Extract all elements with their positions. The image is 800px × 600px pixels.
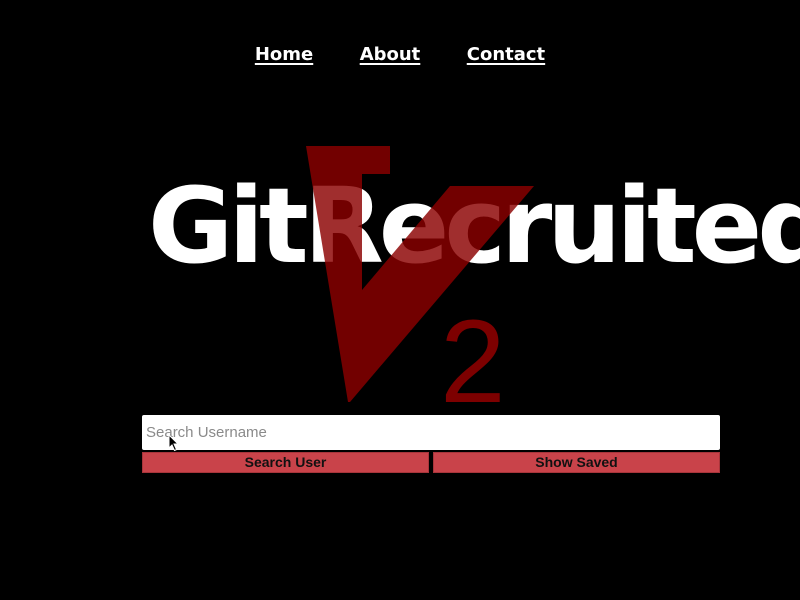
mouse-pointer-icon	[168, 434, 180, 452]
brand-logo: GitRecruited 2	[140, 140, 800, 410]
main-nav: Home About Contact	[0, 44, 800, 65]
nav-link-home[interactable]: Home	[255, 44, 313, 65]
version-v2-overlay: 2	[306, 146, 534, 410]
show-saved-button[interactable]: Show Saved	[433, 452, 720, 473]
version-number: 2	[440, 296, 506, 410]
nav-link-about[interactable]: About	[360, 44, 421, 65]
search-user-button[interactable]: Search User	[142, 452, 429, 473]
nav-link-contact[interactable]: Contact	[467, 44, 545, 65]
search-username-input[interactable]	[142, 415, 720, 450]
